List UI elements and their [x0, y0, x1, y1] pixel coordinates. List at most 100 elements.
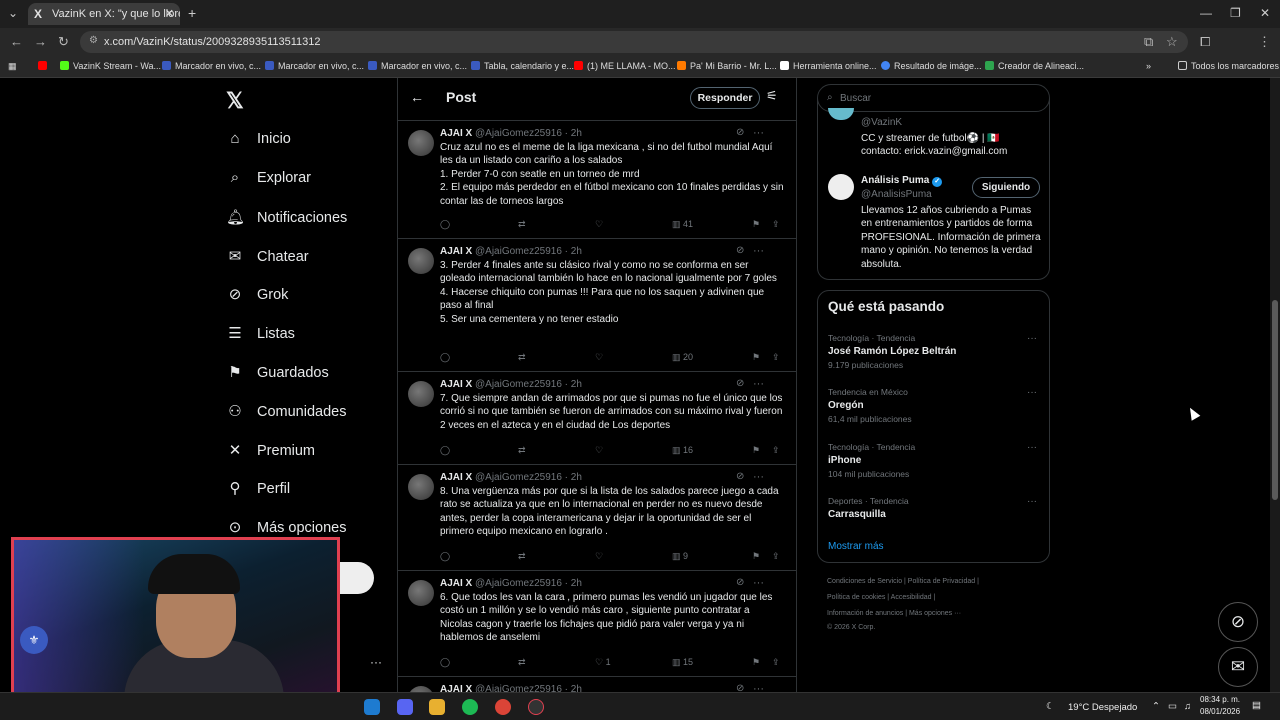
- share-icon[interactable]: ⇪: [772, 352, 780, 363]
- bookmark-item[interactable]: Marcador en vivo, c...: [162, 61, 261, 71]
- grok-icon[interactable]: ⊘: [736, 245, 744, 256]
- grok-icon[interactable]: ⊘: [736, 577, 744, 588]
- like-icon[interactable]: ♡: [595, 445, 603, 456]
- messages-float-button[interactable]: ✉: [1218, 647, 1258, 687]
- tweet[interactable]: AJAI X @AjaiGomez25916 · 2h ⊘ ···: [398, 676, 796, 692]
- more-dots-icon[interactable]: ···: [1027, 442, 1037, 453]
- views-icon[interactable]: ▥ 15: [672, 657, 693, 668]
- volume-icon[interactable]: ♫: [1184, 701, 1191, 712]
- post-button-edge[interactable]: [340, 562, 374, 594]
- avatar[interactable]: [828, 174, 854, 200]
- avatar[interactable]: [408, 580, 434, 606]
- tweet[interactable]: AJAI X @AjaiGomez25916 · 2h ⊘ ··· Cruz a…: [398, 120, 796, 238]
- reply-icon[interactable]: ◯: [440, 445, 450, 456]
- sliders-icon[interactable]: ⚟: [766, 88, 778, 104]
- spotify-icon[interactable]: [462, 699, 478, 715]
- install-icon[interactable]: ⧉: [1144, 34, 1153, 50]
- following-button[interactable]: Siguiendo: [972, 177, 1040, 198]
- page-scrollbar[interactable]: [1270, 78, 1280, 692]
- more-bookmarks-icon[interactable]: »: [1146, 61, 1151, 71]
- reply-icon[interactable]: ◯: [440, 657, 450, 668]
- user-handle[interactable]: @VazinK: [861, 116, 1041, 129]
- bookmark-item[interactable]: Pa' Mi Barrio - Mr. L...: [677, 61, 777, 71]
- footer-links[interactable]: Información de anuncios | Más opciones ·…: [827, 610, 961, 617]
- bookmark-icon[interactable]: ⚑: [752, 445, 760, 456]
- bookmark-item[interactable]: Resultado de imáge...: [881, 61, 982, 71]
- retweet-icon[interactable]: ⇄: [518, 551, 526, 562]
- sidebar-item-chatear[interactable]: ✉ Chatear: [226, 247, 309, 265]
- grok-float-button[interactable]: ⊘: [1218, 602, 1258, 642]
- close-tab-icon[interactable]: ✕: [165, 7, 174, 20]
- like-icon[interactable]: ♡ 1: [595, 657, 611, 668]
- more-dots-icon[interactable]: ···: [1027, 387, 1037, 398]
- reply-icon[interactable]: ◯: [440, 219, 450, 230]
- tweet-author-name[interactable]: AJAI X: [440, 684, 472, 692]
- tweet-author-name[interactable]: AJAI X: [440, 128, 472, 139]
- views-icon[interactable]: ▥ 20: [672, 352, 693, 363]
- clock-time[interactable]: 08:34 p. m.: [1200, 695, 1240, 704]
- sidebar-item-mas-opciones[interactable]: ⊙ Más opciones: [226, 518, 347, 536]
- bookmark-item[interactable]: VazinK Stream - Wa...: [60, 61, 161, 71]
- bookmark-item[interactable]: [38, 61, 51, 71]
- tweet-handle[interactable]: @AjaiGomez25916 · 2h: [475, 379, 582, 390]
- more-dots-icon[interactable]: ···: [1027, 496, 1037, 507]
- tweet[interactable]: AJAI X @AjaiGomez25916 · 2h ⊘ ··· 8. Una…: [398, 464, 796, 570]
- like-icon[interactable]: ♡: [595, 551, 603, 562]
- bookmark-icon[interactable]: ⚑: [752, 657, 760, 668]
- views-icon[interactable]: ▥ 9: [672, 551, 688, 562]
- views-icon[interactable]: ▥ 16: [672, 445, 693, 456]
- trend-item[interactable]: Deportes · Tendencia Carrasquilla ···: [828, 496, 1043, 520]
- tweet-author-name[interactable]: AJAI X: [440, 578, 472, 589]
- account-more-icon[interactable]: ···: [370, 655, 382, 669]
- sidebar-item-notificaciones[interactable]: 🔔︎ Notificaciones: [226, 208, 347, 226]
- tweet-handle[interactable]: @AjaiGomez25916 · 2h: [475, 472, 582, 483]
- discord-icon[interactable]: [397, 699, 413, 715]
- trend-item[interactable]: Tecnología · Tendencia José Ramón López …: [828, 333, 1043, 370]
- footer-links[interactable]: Condiciones de Servicio | Política de Pr…: [827, 578, 979, 585]
- new-tab-icon[interactable]: +: [188, 5, 196, 21]
- more-dots-icon[interactable]: ···: [753, 683, 764, 692]
- extensions-icon[interactable]: ⧠: [1200, 34, 1210, 50]
- more-dots-icon[interactable]: ···: [753, 378, 764, 390]
- clock-date[interactable]: 08/01/2026: [1200, 707, 1240, 716]
- bookmark-item[interactable]: Tabla, calendario y e...: [471, 61, 574, 71]
- reply-button[interactable]: Responder: [690, 87, 760, 109]
- network-icon[interactable]: ▭: [1168, 701, 1177, 712]
- tweet[interactable]: AJAI X @AjaiGomez25916 · 2h ⊘ ··· 6. Que…: [398, 570, 796, 676]
- tweet-handle[interactable]: @AjaiGomez25916 · 2h: [475, 246, 582, 257]
- site-info-icon[interactable]: ⚙: [89, 35, 98, 46]
- retweet-icon[interactable]: ⇄: [518, 657, 526, 668]
- folder-icon[interactable]: [429, 699, 445, 715]
- more-dots-icon[interactable]: ···: [753, 577, 764, 589]
- avatar[interactable]: [408, 474, 434, 500]
- more-dots-icon[interactable]: ···: [753, 471, 764, 483]
- x-logo-icon[interactable]: 𝕏: [226, 88, 244, 114]
- tweet[interactable]: AJAI X @AjaiGomez25916 · 2h ⊘ ··· 3. Per…: [398, 238, 796, 371]
- grok-icon[interactable]: ⊘: [736, 683, 744, 692]
- grok-icon[interactable]: ⊘: [736, 471, 744, 482]
- tweet-handle[interactable]: @AjaiGomez25916 · 2h: [475, 684, 582, 692]
- tweet-author-name[interactable]: AJAI X: [440, 472, 472, 483]
- bookmark-item[interactable]: Herramienta online...: [780, 61, 877, 71]
- apps-icon[interactable]: ▦: [8, 61, 17, 72]
- sidebar-item-listas[interactable]: ☰ Listas: [226, 324, 295, 342]
- grok-icon[interactable]: ⊘: [736, 378, 744, 389]
- views-icon[interactable]: ▥ 41: [672, 219, 693, 230]
- share-icon[interactable]: ⇪: [772, 657, 780, 668]
- browser-tab[interactable]: X VazinK en X: "y que lo lloren los... ✕: [28, 3, 180, 25]
- grok-icon[interactable]: ⊘: [736, 127, 744, 138]
- sidebar-item-inicio[interactable]: ⌂ Inicio: [226, 130, 290, 147]
- tray-chevron-icon[interactable]: ⌃: [1152, 701, 1160, 712]
- trend-item[interactable]: Tendencia en México Oregón 61,4 mil publ…: [828, 387, 1043, 424]
- avatar[interactable]: [408, 130, 434, 156]
- sidebar-item-grok[interactable]: ⊘ Grok: [226, 285, 289, 303]
- sidebar-item-comunidades[interactable]: ⚇ Comunidades: [226, 402, 346, 420]
- share-icon[interactable]: ⇪: [772, 219, 780, 230]
- sidebar-item-premium[interactable]: ✕ Premium: [226, 441, 315, 459]
- edge-icon[interactable]: [364, 699, 380, 715]
- bookmark-icon[interactable]: ⚑: [752, 219, 760, 230]
- footer-links[interactable]: Política de cookies | Accesibilidad |: [827, 594, 935, 601]
- tweet-author-name[interactable]: AJAI X: [440, 246, 472, 257]
- back-arrow-icon[interactable]: ←: [410, 89, 424, 105]
- notifications-icon[interactable]: ▤: [1252, 700, 1261, 711]
